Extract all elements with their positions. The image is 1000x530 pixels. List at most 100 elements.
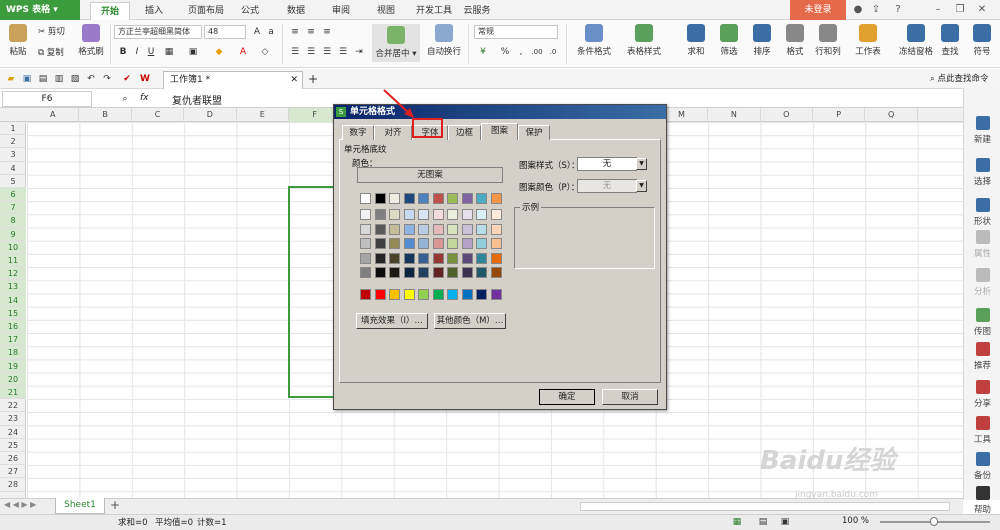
row-header-10[interactable]: 10 bbox=[0, 240, 26, 254]
help-icon[interactable]: ? bbox=[890, 2, 906, 18]
bold-icon[interactable]: B bbox=[116, 45, 130, 59]
color-swatch[interactable] bbox=[447, 238, 458, 249]
conditional-button[interactable]: 条件格式 bbox=[570, 24, 618, 57]
color-swatch[interactable] bbox=[490, 209, 502, 220]
dialog-tab-3[interactable]: 边框 bbox=[448, 125, 481, 140]
row-header-5[interactable]: 5 bbox=[0, 175, 26, 188]
row-header-24[interactable]: 24 bbox=[0, 426, 26, 439]
sum-button[interactable]: 求和 bbox=[680, 24, 712, 57]
sidebar-item-0[interactable]: 新建 bbox=[964, 110, 1000, 150]
zoom-search-icon[interactable]: ⌕ bbox=[118, 92, 132, 106]
color-swatch[interactable] bbox=[461, 209, 473, 220]
close-tab-icon[interactable]: ✕ bbox=[290, 72, 298, 88]
no-pattern-button[interactable]: 无图案 bbox=[357, 167, 503, 183]
color-swatch[interactable] bbox=[374, 223, 386, 235]
row-header-1[interactable]: 1 bbox=[0, 122, 26, 136]
skin-icon[interactable]: ● bbox=[850, 2, 866, 18]
copy-button[interactable]: ⧉ 复制 bbox=[38, 46, 74, 58]
find-button[interactable]: 查找 bbox=[934, 24, 966, 57]
align-left-icon[interactable]: ☰ bbox=[288, 45, 302, 59]
row-header-16[interactable]: 16 bbox=[0, 320, 26, 334]
color-swatch[interactable] bbox=[490, 223, 502, 235]
color-swatch[interactable] bbox=[447, 193, 458, 204]
sort-button[interactable]: 排序 bbox=[746, 24, 778, 57]
color-swatch[interactable] bbox=[374, 252, 386, 264]
column-header-C[interactable]: C bbox=[132, 108, 185, 122]
cancel-button[interactable]: 取消 bbox=[602, 389, 658, 405]
undo-icon[interactable]: ↶ bbox=[84, 72, 98, 86]
column-header-B[interactable]: B bbox=[79, 108, 132, 122]
grow-font-icon[interactable]: A bbox=[250, 25, 264, 39]
color-swatch[interactable] bbox=[389, 223, 400, 235]
horizontal-scrollbar[interactable] bbox=[580, 502, 950, 511]
underline-icon[interactable]: U bbox=[144, 45, 158, 59]
row-header-22[interactable]: 22 bbox=[0, 399, 26, 413]
name-box[interactable]: F6 bbox=[2, 91, 92, 107]
row-header-13[interactable]: 13 bbox=[0, 280, 26, 294]
color-swatch[interactable] bbox=[476, 209, 487, 220]
color-swatch[interactable] bbox=[447, 267, 458, 278]
color-swatch[interactable] bbox=[360, 267, 371, 278]
tab-1[interactable]: 插入 bbox=[137, 2, 171, 20]
tab-6[interactable]: 视图 bbox=[368, 2, 404, 20]
row-header-14[interactable]: 14 bbox=[0, 293, 26, 307]
dialog-tab-1[interactable]: 对齐 bbox=[374, 125, 412, 140]
align-center-icon[interactable]: ☰ bbox=[304, 45, 318, 59]
row-header-25[interactable]: 25 bbox=[0, 439, 26, 452]
dialog-tab-0[interactable]: 数字 bbox=[342, 125, 374, 140]
row-header-20[interactable]: 20 bbox=[0, 372, 26, 386]
color-swatch[interactable] bbox=[432, 193, 444, 204]
color-swatch[interactable] bbox=[403, 209, 415, 220]
sidebar-item-7[interactable]: 分享 bbox=[964, 374, 1000, 414]
color-swatch[interactable] bbox=[447, 289, 458, 300]
color-swatch[interactable] bbox=[403, 193, 415, 204]
command-search[interactable]: ⌕ 点此查找命令 bbox=[930, 72, 988, 84]
font-name-select[interactable]: 方正兰亭超细黑简体 bbox=[114, 25, 202, 39]
tab-7[interactable]: 开发工具 bbox=[412, 2, 456, 20]
color-swatch[interactable] bbox=[432, 223, 444, 235]
export-icon[interactable]: ▧ bbox=[68, 72, 82, 86]
row-header-23[interactable]: 23 bbox=[0, 412, 26, 426]
sidebar-item-4[interactable]: 分析 bbox=[964, 262, 1000, 302]
color-swatch[interactable] bbox=[418, 209, 429, 220]
font-size-select[interactable]: 48 bbox=[204, 25, 246, 39]
dialog-tab-5[interactable]: 保护 bbox=[518, 125, 550, 140]
color-swatch[interactable] bbox=[418, 193, 429, 204]
zoom-slider-thumb[interactable] bbox=[930, 517, 938, 526]
column-header-D[interactable]: D bbox=[184, 108, 237, 122]
row-header-11[interactable]: 11 bbox=[0, 254, 26, 268]
color-swatch[interactable] bbox=[403, 252, 415, 264]
align-right-icon[interactable]: ☰ bbox=[320, 45, 334, 59]
merge-cells-icon[interactable]: ▣ bbox=[186, 45, 200, 59]
share-icon[interactable]: ⇪ bbox=[868, 2, 884, 18]
paste-button[interactable]: 粘贴 bbox=[4, 24, 32, 57]
color-swatch[interactable] bbox=[461, 252, 473, 264]
tab-0[interactable]: 开始 bbox=[90, 2, 130, 20]
color-swatch[interactable] bbox=[432, 267, 444, 278]
color-swatch[interactable] bbox=[447, 252, 458, 264]
row-header-3[interactable]: 3 bbox=[0, 148, 26, 162]
decrease-decimal-icon[interactable]: .0 bbox=[546, 45, 560, 59]
print-preview-icon[interactable]: ▤ bbox=[36, 72, 50, 86]
column-header-P[interactable]: P bbox=[813, 108, 866, 122]
color-swatch[interactable] bbox=[432, 209, 444, 220]
wrap-text-button[interactable]: 自动换行 bbox=[424, 24, 464, 57]
indent-icon[interactable]: ⇥ bbox=[352, 45, 366, 59]
color-swatch[interactable] bbox=[360, 289, 371, 300]
cut-button[interactable]: ✂ 剪切 bbox=[38, 25, 74, 37]
align-middle-icon[interactable]: ≡ bbox=[304, 25, 318, 39]
app-menu-button[interactable]: WPS 表格 ▾ bbox=[0, 0, 80, 20]
column-header-Q[interactable]: Q bbox=[865, 108, 918, 122]
color-swatch[interactable] bbox=[374, 267, 386, 278]
color-swatch[interactable] bbox=[461, 289, 473, 300]
pattern-style-select[interactable]: 无 bbox=[577, 157, 637, 171]
align-bottom-icon[interactable]: ≡ bbox=[320, 25, 334, 39]
color-swatch[interactable] bbox=[389, 267, 400, 278]
column-header-E[interactable]: E bbox=[237, 108, 289, 122]
color-swatch[interactable] bbox=[476, 238, 487, 249]
sidebar-item-3[interactable]: 属性 bbox=[964, 224, 1000, 264]
color-swatch[interactable] bbox=[389, 238, 400, 249]
color-swatch[interactable] bbox=[461, 193, 473, 204]
row-header-28[interactable]: 28 bbox=[0, 478, 26, 492]
color-swatch[interactable] bbox=[360, 193, 371, 204]
